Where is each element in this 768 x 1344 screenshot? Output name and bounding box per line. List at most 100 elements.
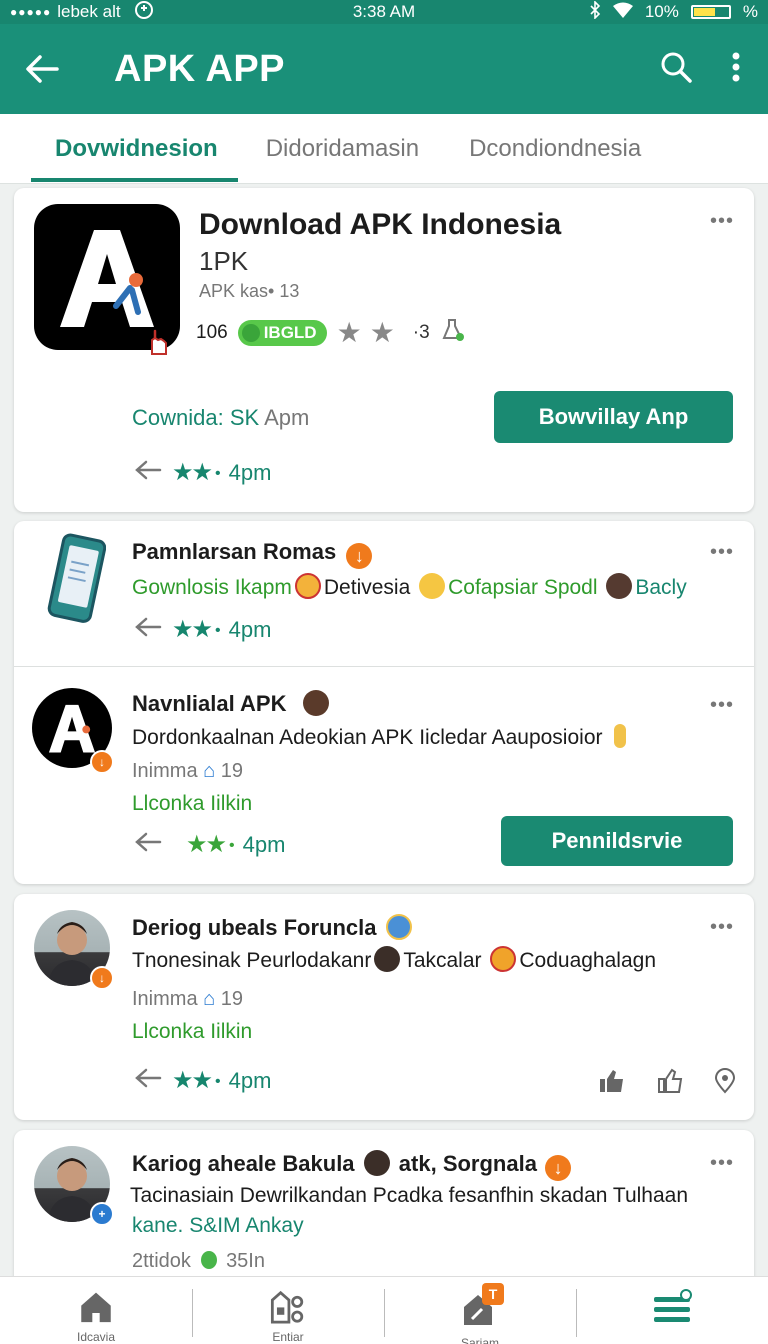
- phone-icon: [46, 533, 107, 628]
- featured-app-card[interactable]: ••• Download APK Indonesia 1PK APK kas• …: [14, 188, 754, 512]
- nav-menu[interactable]: [576, 1277, 768, 1344]
- verified-badge-icon: +: [90, 1202, 114, 1226]
- post-time: 4pm: [242, 831, 286, 857]
- item-link[interactable]: Llconka Iilkin: [132, 1020, 252, 1044]
- star-rating-icon: ★★ •: [172, 616, 220, 643]
- list-item[interactable]: Pamnlarsan Romas ↓ ••• Gownlosis Ikapm De…: [14, 521, 754, 667]
- download-app-button[interactable]: Bowvillay Anp: [494, 391, 733, 443]
- post-time: 4pm: [228, 459, 272, 485]
- app-stats-row: 106 IBGLD ★★ ·3: [196, 316, 466, 349]
- tab-didoridamasin[interactable]: Didoridamasin: [266, 114, 419, 184]
- rating-stars-icon: ★★: [336, 317, 403, 348]
- pencil-icon: [614, 724, 627, 748]
- gold-badge: IBGLD: [237, 319, 327, 346]
- chat-bubble-icon: [241, 323, 260, 342]
- install-button[interactable]: Pennildsrvie: [501, 816, 733, 866]
- battery-icon: [690, 5, 731, 19]
- tab-dovwidnesion[interactable]: Dovwidnesion: [31, 114, 238, 184]
- rating-row: ★★ • 4pm: [134, 1066, 271, 1095]
- home-icon: [81, 1292, 111, 1323]
- nav-entiar[interactable]: Entiar: [192, 1277, 384, 1344]
- location-pin-icon[interactable]: [714, 1068, 736, 1099]
- star-rating-icon: ★★ •: [186, 831, 234, 858]
- app-list-card: Pamnlarsan Romas ↓ ••• Gownlosis Ikapm De…: [14, 521, 754, 884]
- star-rating-icon: ★★ •: [172, 459, 220, 486]
- download-count: 106: [196, 321, 228, 343]
- nav-sariam[interactable]: T Sariam: [384, 1277, 576, 1344]
- home-small-icon: ⌂: [203, 988, 216, 1010]
- notification-badge: T: [482, 1283, 504, 1305]
- rating-row: ★★ • 4pm: [134, 830, 285, 859]
- share-arrow-icon[interactable]: [134, 459, 162, 487]
- download-badge-icon: ↓: [545, 1155, 572, 1181]
- nav-home[interactable]: Idcavia: [0, 1277, 192, 1344]
- rating-extra: ·3: [412, 321, 430, 343]
- star-rating-icon: ★★ •: [172, 1067, 220, 1094]
- item-title: Deriog ubeals Foruncla: [132, 915, 377, 940]
- back-arrow-icon: [26, 55, 59, 83]
- item-description: Dordonkaalnan Adeokian APK Iicledar Aaup…: [132, 726, 603, 749]
- flask-icon: [440, 317, 466, 349]
- battery-percent: 10%: [644, 2, 679, 21]
- more-options-button[interactable]: •••: [710, 1152, 734, 1175]
- drop-icon: [385, 914, 412, 940]
- leaf-icon: [200, 1251, 217, 1269]
- home-small-icon: ⌂: [203, 760, 216, 782]
- emoji-face-icon: [490, 946, 517, 972]
- app-bar: APK APP: [0, 24, 768, 114]
- apps-icon: [270, 1290, 304, 1324]
- item-title: Kariog aheale Bakula: [132, 1151, 355, 1176]
- tab-bar: Dovwidnesion Didoridamasin Dcondiondnesi…: [0, 114, 768, 184]
- download-badge-icon: ↓: [346, 543, 373, 569]
- nav-label: Entiar: [272, 1330, 304, 1344]
- signal-icon: ●●●●●: [10, 5, 52, 19]
- avatar-emoji-icon: [374, 946, 401, 972]
- rating-row: ★★ • 4pm: [134, 615, 271, 644]
- share-arrow-icon[interactable]: [134, 831, 162, 859]
- avatar-emoji-icon: [363, 1150, 390, 1176]
- card-actions: [598, 1068, 736, 1099]
- overflow-menu-button[interactable]: [732, 52, 740, 87]
- thumbs-up-icon[interactable]: [656, 1068, 684, 1099]
- list-item[interactable]: ↓ Navnlialal APK ••• Dordonkaalnan Adeok…: [14, 668, 754, 884]
- post-time: 4pm: [228, 616, 272, 642]
- rating-row: ★★ • 4pm: [134, 458, 271, 487]
- app-list-card[interactable]: ↓ Deriog ubeals Foruncla ••• Tnonesinak …: [14, 894, 754, 1120]
- wifi-icon: [612, 2, 633, 23]
- share-arrow-icon[interactable]: [134, 1067, 162, 1095]
- more-options-button[interactable]: •••: [710, 916, 734, 939]
- item-meta: Inimma ⌂ 19: [132, 988, 244, 1010]
- share-arrow-icon[interactable]: [134, 616, 162, 644]
- more-vert-icon: [732, 52, 740, 81]
- status-bar: ●●●●● lebek alt 3:38 AM 10% %: [0, 0, 768, 24]
- download-link[interactable]: Cownida: SK Apm: [132, 405, 309, 431]
- item-link[interactable]: Llconka Iilkin: [132, 792, 252, 816]
- search-button[interactable]: [660, 51, 692, 88]
- bottom-navigation: Idcavia Entiar T Sariam: [0, 1276, 768, 1344]
- app-title: APK APP: [114, 47, 286, 90]
- avatar-emoji-icon: [606, 573, 633, 599]
- item-link[interactable]: kane. S&IM Ankay: [132, 1214, 304, 1238]
- emoji-face-icon: [419, 573, 446, 599]
- thumbs-up-filled-icon[interactable]: [598, 1068, 626, 1099]
- more-options-button[interactable]: •••: [710, 210, 734, 233]
- menu-icon: [654, 1289, 692, 1322]
- hand-icon: [144, 328, 172, 361]
- update-badge-icon: ↓: [90, 966, 114, 990]
- item-description: Tacinasiain Dewrilkandan Pcadka fesanfhi…: [130, 1184, 689, 1207]
- back-button[interactable]: [0, 54, 84, 84]
- app-list-card[interactable]: + Kariog aheale Bakula atk, Sorgnala ↓ •…: [14, 1130, 754, 1290]
- nav-label: Idcavia: [76, 1330, 116, 1344]
- more-options-button[interactable]: •••: [710, 541, 734, 564]
- item-title: Pamnlarsan Romas: [132, 539, 337, 564]
- item-title: Navnlialal APK: [132, 691, 287, 716]
- item-title-suffix: atk, Sorgnala: [398, 1151, 537, 1176]
- app-name: Download APK Indonesia: [199, 208, 562, 241]
- item-tags: Tnonesinak Peurlodakanr Takcalar Coduagha…: [132, 946, 656, 973]
- carrier-name: lebek alt: [57, 2, 121, 21]
- item-tags: Gownlosis Ikapm Detivesia Cofapsiar Spodl…: [132, 573, 687, 600]
- tab-dcondiondnesia[interactable]: Dcondiondnesia: [469, 114, 641, 184]
- more-options-button[interactable]: •••: [710, 694, 734, 717]
- update-badge-icon: ↓: [90, 750, 114, 774]
- nav-label: Sariam: [460, 1336, 499, 1344]
